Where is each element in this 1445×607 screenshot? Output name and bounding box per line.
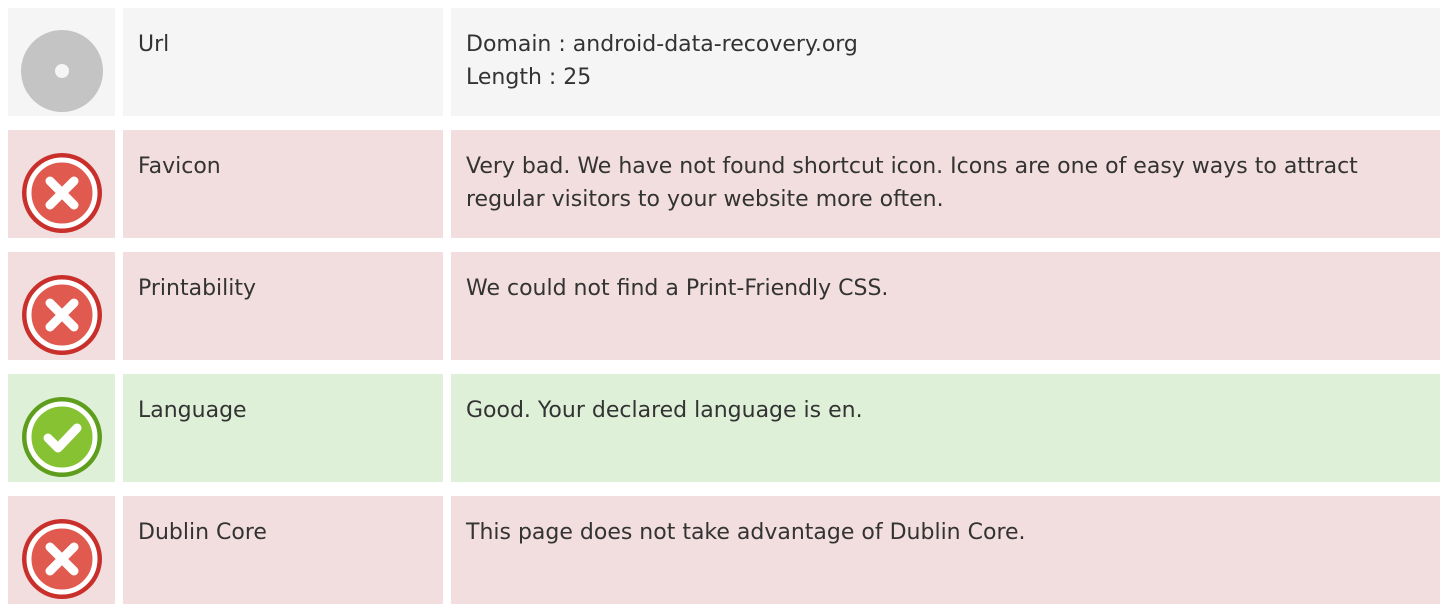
error-cross-icon	[21, 152, 103, 234]
status-cell	[8, 130, 115, 238]
check-result: Good. Your declared language is en.	[451, 374, 1440, 482]
check-result: This page does not take advantage of Dub…	[451, 496, 1440, 604]
status-cell	[8, 496, 115, 604]
report-row-url: Url Domain : android-data-recovery.org L…	[8, 8, 1440, 116]
status-cell	[8, 374, 115, 482]
status-cell	[8, 8, 115, 116]
success-check-icon	[21, 396, 103, 478]
report-row-language: Language Good. Your declared language is…	[8, 374, 1440, 482]
check-name: Language	[123, 374, 443, 482]
check-name: Printability	[123, 252, 443, 360]
report-row-printability: Printability We could not find a Print-F…	[8, 252, 1440, 360]
seo-report-table: Url Domain : android-data-recovery.org L…	[0, 0, 1445, 607]
report-row-favicon: Favicon Very bad. We have not found shor…	[8, 130, 1440, 238]
check-result: Very bad. We have not found shortcut ico…	[451, 130, 1440, 238]
check-name: Url	[123, 8, 443, 116]
error-cross-icon	[21, 518, 103, 600]
check-result: We could not find a Print-Friendly CSS.	[451, 252, 1440, 360]
length-line: Length : 25	[466, 65, 592, 90]
neutral-dot-icon	[21, 30, 103, 112]
check-name: Dublin Core	[123, 496, 443, 604]
error-cross-icon	[21, 274, 103, 356]
domain-line: Domain : android-data-recovery.org	[466, 32, 858, 57]
status-cell	[8, 252, 115, 360]
check-name: Favicon	[123, 130, 443, 238]
report-row-dublin-core: Dublin Core This page does not take adva…	[8, 496, 1440, 604]
check-result: Domain : android-data-recovery.org Lengt…	[451, 8, 1440, 116]
